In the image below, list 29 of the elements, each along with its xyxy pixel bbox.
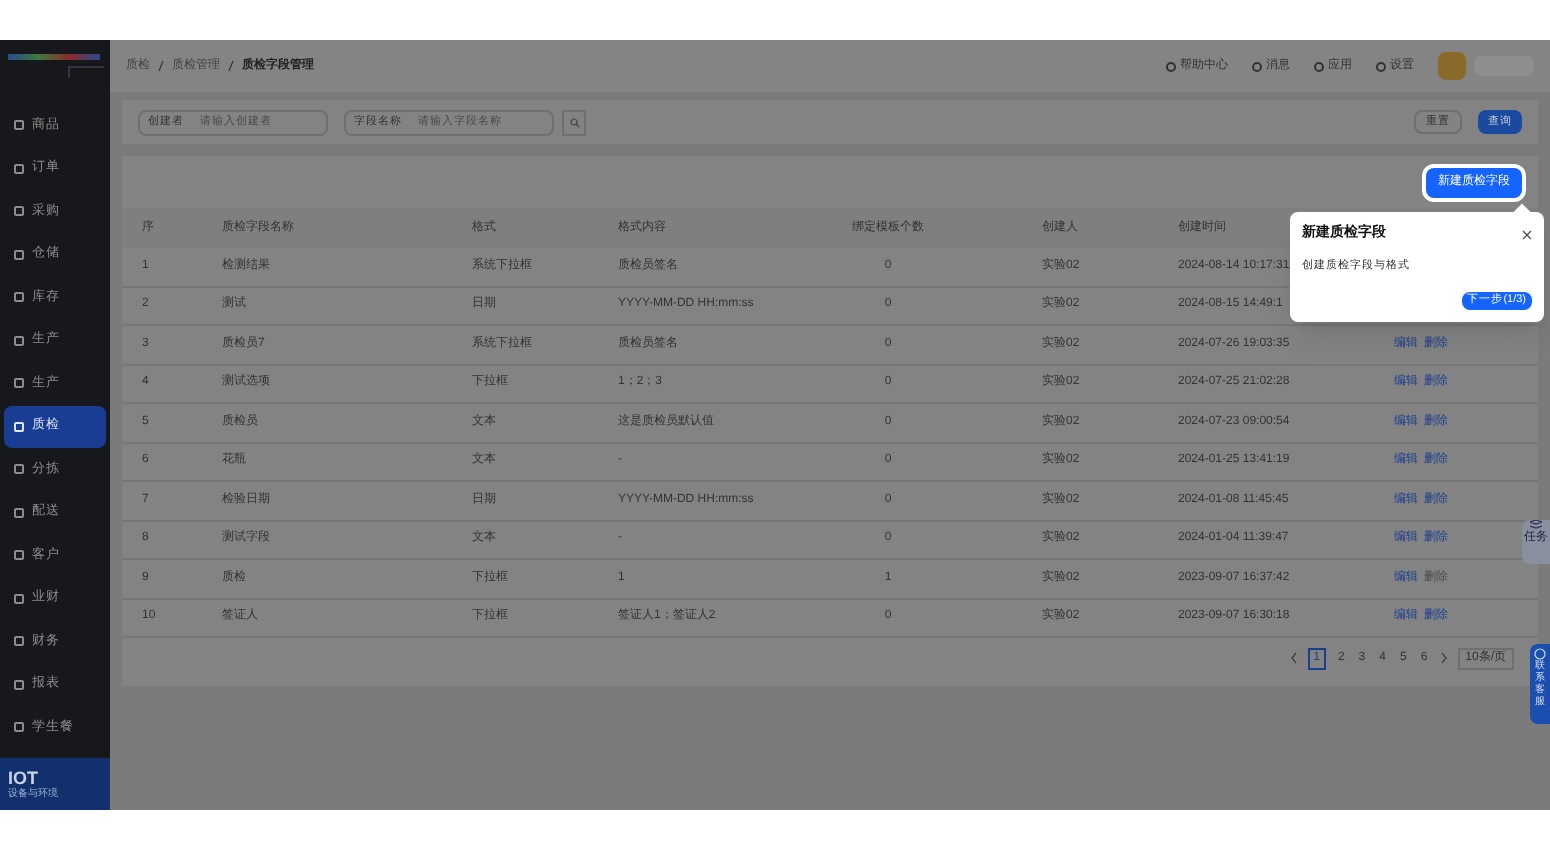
menu-item-icon: [14, 335, 24, 346]
menu-item-icon: [14, 636, 24, 647]
nav-icon: [1314, 61, 1324, 71]
avatar[interactable]: [1438, 52, 1466, 80]
next-page-icon[interactable]: [1439, 652, 1448, 664]
menu-item-icon: [14, 593, 24, 604]
menu-item-icon: [14, 378, 24, 389]
menu-item-icon: [14, 550, 24, 561]
menu-item-icon: [14, 464, 24, 475]
menu-item-icon: [14, 679, 24, 690]
nav-icon: [1252, 61, 1262, 71]
menu-item-icon: [14, 249, 24, 260]
slash-icon: [158, 60, 164, 72]
menu-item-icon: [14, 163, 24, 174]
layers-icon: [1530, 520, 1542, 530]
slash-icon: [228, 60, 234, 72]
nav-icon: [1166, 61, 1176, 71]
menu-item-icon: [14, 722, 24, 733]
nav-icon: [1376, 61, 1386, 71]
previous-page-icon[interactable]: [1289, 652, 1298, 664]
menu-item-icon: [14, 292, 24, 303]
search-icon: [569, 117, 579, 127]
close-icon[interactable]: [1522, 229, 1532, 240]
menu-item-icon: [14, 507, 24, 518]
menu-item-icon: [14, 120, 24, 131]
menu-item-icon: [14, 421, 24, 432]
banner-title: IOT: [8, 767, 40, 787]
menu-item-icon: [14, 206, 24, 217]
search-button[interactable]: [562, 109, 586, 135]
